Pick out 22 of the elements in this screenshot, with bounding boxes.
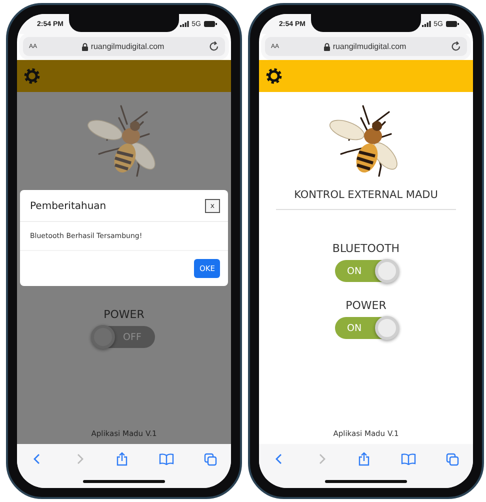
- control-label: POWER: [104, 308, 144, 321]
- reload-icon[interactable]: [450, 41, 461, 52]
- battery-icon: [204, 21, 217, 27]
- signal-icon: [422, 21, 431, 27]
- tabs-icon[interactable]: [204, 452, 217, 466]
- reload-icon[interactable]: [208, 41, 219, 52]
- book-icon[interactable]: [158, 453, 174, 465]
- share-icon[interactable]: [358, 452, 370, 466]
- dialog-title: Pemberitahuan: [30, 200, 106, 212]
- signal-icon: [180, 21, 189, 27]
- share-icon[interactable]: [116, 452, 128, 466]
- battery-icon: [446, 21, 459, 27]
- url-text: ruangilmudigital.com: [90, 42, 164, 51]
- book-icon[interactable]: [400, 453, 416, 465]
- page-title: KONTROL EXTERNAL MADU: [294, 189, 438, 201]
- tabs-icon[interactable]: [446, 452, 459, 466]
- control-label: POWER: [346, 299, 386, 312]
- url-text: ruangilmudigital.com: [332, 42, 406, 51]
- control-label: BLUETOOTH: [332, 242, 400, 255]
- settings-icon[interactable]: [266, 68, 282, 84]
- lock-icon: [82, 42, 88, 50]
- lock-icon: [324, 42, 330, 50]
